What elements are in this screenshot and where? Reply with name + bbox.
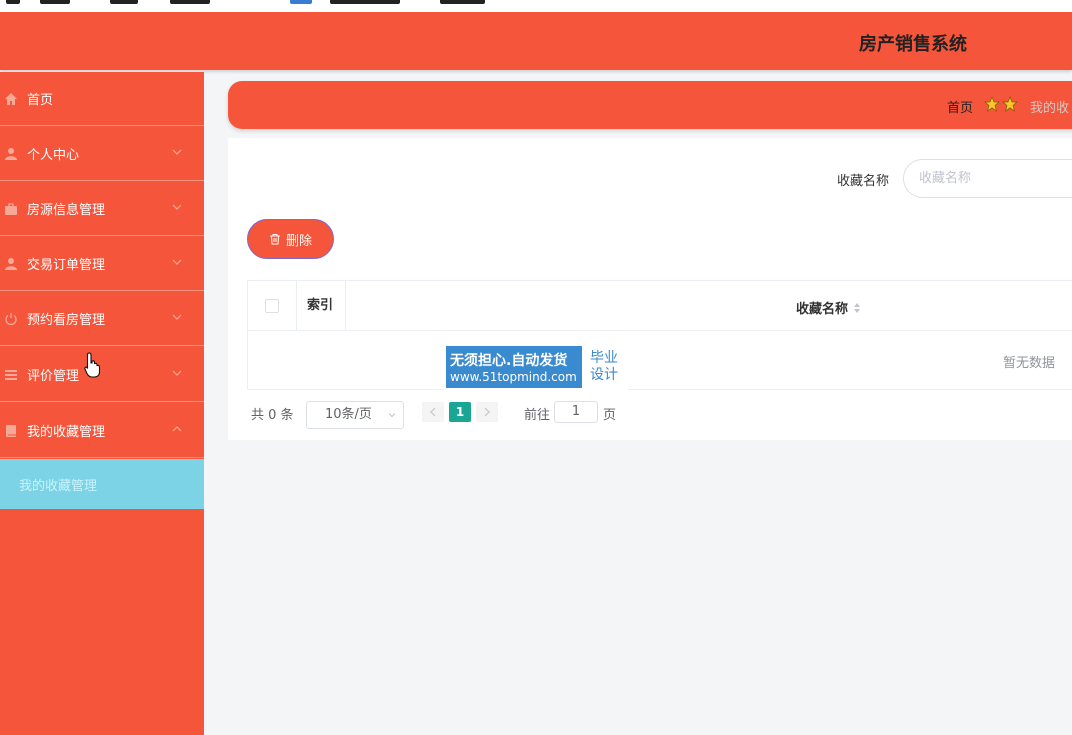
chevron-down-icon [172,204,182,210]
top-strip [0,0,1072,12]
watermark: 无须担心.自动发货 www.51topmind.com 毕业 设计 [444,344,628,390]
goto-page-suffix: 页 [603,408,617,423]
sidebar-item-favorites[interactable]: 我的收藏管理 [0,404,204,458]
column-header-name-label: 收藏名称 [796,302,849,317]
header-checkbox-cell [248,281,297,331]
chevron-right-icon [484,407,490,417]
briefcase-icon [3,201,19,217]
chevron-down-icon [388,413,396,418]
chevron-up-icon [172,426,182,432]
list-icon [3,367,19,383]
chevron-left-icon [430,407,436,417]
sidebar-item-label: 个人中心 [27,148,80,163]
table-header: 索引 收藏名称 [248,281,1072,331]
sidebar-item-personal-center[interactable]: 个人中心 [0,127,204,181]
search-label: 收藏名称 [837,174,890,189]
sidebar-item-label: 首页 [27,93,54,108]
chevron-down-icon [172,370,182,376]
sidebar-item-viewing-appointments[interactable]: 预约看房管理 [0,292,204,346]
breadcrumb: 首页 我的收 [228,81,1072,129]
watermark-right1: 毕业 [590,350,618,366]
column-header-index: 索引 [297,281,346,331]
breadcrumb-current: 我的收 [1030,101,1070,116]
sort-icon[interactable] [853,302,861,314]
goto-page-input[interactable]: 1 [554,401,598,423]
next-page-button[interactable] [476,402,498,422]
prev-page-button[interactable] [422,402,444,422]
sidebar: 首页 个人中心 房源信息管理 交易订单管理 预约看房管理 评价管理 我的收藏管理… [0,72,204,735]
empty-text: 暂无数据 [1003,356,1056,371]
page-size-value: 10条/页 [325,407,372,422]
watermark-right2: 设计 [590,367,618,383]
sidebar-item-label: 房源信息管理 [27,203,106,218]
breadcrumb-home[interactable]: 首页 [947,97,973,116]
power-icon [3,311,19,327]
sidebar-item-label: 预约看房管理 [27,313,106,328]
trash-icon [269,234,280,245]
column-header-name[interactable]: 收藏名称 [796,298,861,317]
select-all-checkbox[interactable] [265,299,279,313]
sidebar-item-reviews[interactable]: 评价管理 [0,348,204,402]
pagination-total: 共 0 条 [251,408,294,423]
book-icon [3,423,19,439]
sidebar-item-label: 交易订单管理 [27,258,106,273]
sidebar-item-listings[interactable]: 房源信息管理 [0,182,204,236]
home-icon [3,91,19,107]
chevron-down-icon [172,314,182,320]
goto-label: 前往 [524,408,551,423]
user-icon [3,256,19,272]
chevron-down-icon [172,149,182,155]
delete-button[interactable]: 删除 [247,219,334,259]
star-icon [984,96,1000,112]
watermark-line2: www.51topmind.com [450,370,577,384]
data-table: 索引 收藏名称 暂无数据 [247,280,1072,390]
star-icon [1002,96,1018,112]
search-input[interactable] [903,159,1072,198]
user-icon [3,146,19,162]
sidebar-item-label: 我的收藏管理 [27,425,106,440]
app-header: 房产销售系统 [0,12,1072,70]
watermark-line1: 无须担心.自动发货 [450,353,568,369]
sidebar-item-orders[interactable]: 交易订单管理 [0,237,204,291]
sidebar-item-label: 评价管理 [27,369,80,384]
app-title: 房产销售系统 [859,34,967,55]
page-number-current[interactable]: 1 [449,402,471,422]
delete-button-label: 删除 [285,233,312,249]
submenu-item-favorites[interactable]: 我的收藏管理 [0,459,204,509]
page-size-select[interactable]: 10条/页 [306,401,404,429]
breadcrumb-separator [984,96,1018,112]
chevron-down-icon [172,259,182,265]
hand-cursor-icon [84,352,101,378]
sidebar-item-home[interactable]: 首页 [0,72,204,126]
